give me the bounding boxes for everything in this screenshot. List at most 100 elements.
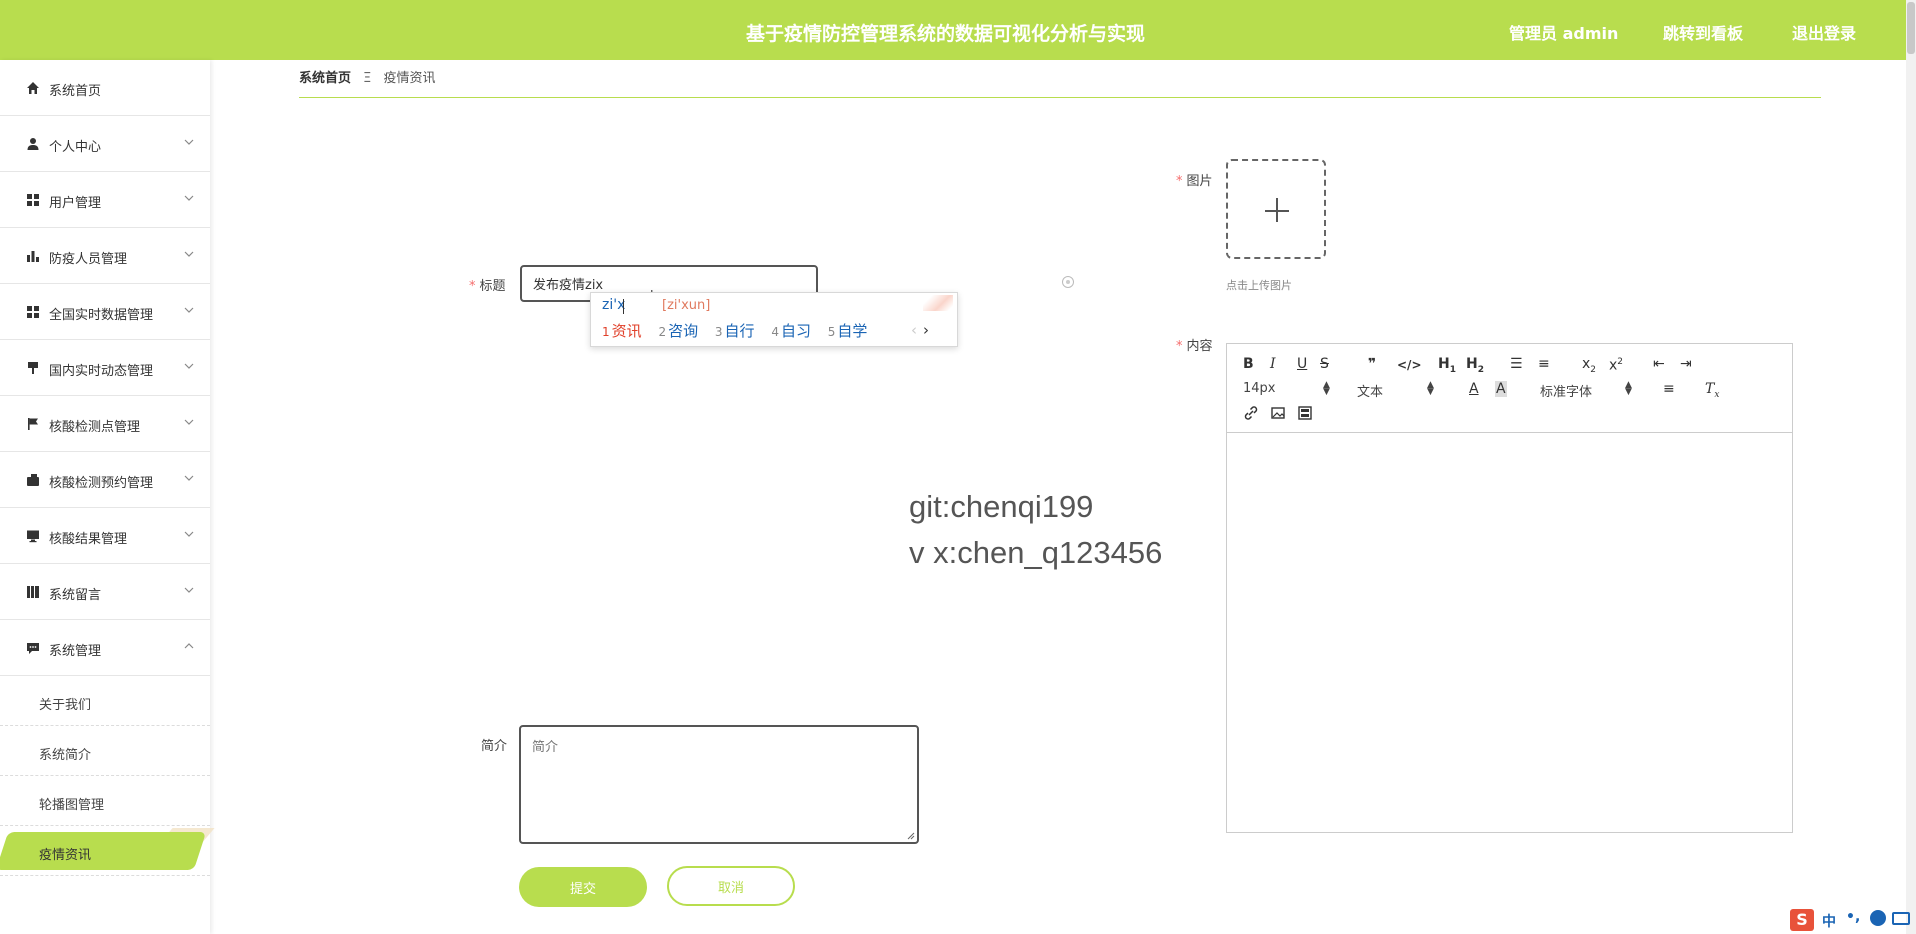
breadcrumb-current: 疫情资讯 (383, 71, 436, 86)
ime-candidate[interactable]: 3 自行 (715, 322, 755, 340)
active-highlight (0, 832, 207, 870)
sidebar-item-users[interactable]: 用户管理 (0, 172, 210, 228)
home-icon (27, 82, 39, 94)
resize-handle-icon[interactable] (907, 832, 915, 840)
bold-icon[interactable]: B (1243, 356, 1254, 372)
title-label: * 标题 (469, 279, 506, 294)
breadcrumb-home[interactable]: 系统首页 (299, 71, 351, 86)
subscript-icon[interactable]: x2 (1582, 356, 1596, 378)
bullet-list-icon[interactable]: ≡ (1538, 356, 1550, 372)
ime-skin-decoration (923, 295, 953, 311)
submit-button[interactable]: 提交 (519, 867, 647, 907)
align-icon[interactable]: ≡ (1663, 381, 1675, 397)
scrollbar-thumb[interactable] (1907, 2, 1915, 54)
sidebar-item-home[interactable]: 系统首页 (0, 60, 210, 116)
rich-text-editor: B I U S ❞ </> H1 H2 ☰ ≡ x2 x2 ⇤ ⇥ 14px ▲… (1226, 343, 1793, 833)
block-type-select[interactable]: 文本 ▲ ▼ (1357, 381, 1437, 401)
background-color-icon[interactable]: A (1495, 381, 1507, 397)
clear-format-icon[interactable]: Tx (1705, 381, 1719, 403)
sidebar-subitem-label: 关于我们 (39, 698, 92, 713)
sidebar-item-epidemic-staff[interactable]: 防疫人员管理 (0, 228, 210, 284)
code-block-icon[interactable]: </> (1397, 357, 1422, 373)
chevron-down-icon (184, 251, 194, 257)
ime-candidate[interactable]: 2 咨询 (658, 322, 698, 340)
ime-candidate-popup: zi'x [zi'xun] 1 资讯 2 咨询 3 自行 4 自习 5 自学 ‹ › (590, 292, 958, 347)
ime-candidate[interactable]: 4 自习 (771, 322, 811, 340)
admin-user-label[interactable]: 管理员 admin (1509, 20, 1618, 44)
chevron-down-icon (184, 587, 194, 593)
font-size-select[interactable]: 14px ▲ ▼ (1243, 381, 1333, 397)
monitor-icon (27, 530, 39, 543)
breadcrumb: 系统首页 Ξ 疫情资讯 (299, 67, 436, 86)
outdent-icon[interactable]: ⇤ (1653, 356, 1665, 372)
indent-icon[interactable]: ⇥ (1680, 356, 1692, 372)
chevron-down-icon (184, 307, 194, 313)
image-upload-button[interactable] (1226, 159, 1326, 259)
ime-prev-icon: ‹ (911, 321, 917, 339)
sidebar-item-test-results[interactable]: 核酸结果管理 (0, 508, 210, 564)
sidebar-item-label: 核酸检测预约管理 (49, 476, 154, 491)
link-icon[interactable] (1243, 405, 1259, 421)
heading1-icon[interactable]: H1 (1438, 356, 1456, 378)
punctuation-indicator[interactable]: •, (1846, 909, 1860, 925)
sidebar-item-system-management[interactable]: 系统管理 (0, 620, 210, 676)
contact-watermark: git:chenqi199 v x:chen_q123456 (909, 489, 1163, 570)
ime-page-arrows[interactable]: ‹ › (911, 321, 929, 339)
breadcrumb-divider (299, 97, 1821, 98)
blockquote-icon[interactable]: ❞ (1368, 356, 1376, 372)
image-icon[interactable] (1270, 405, 1286, 421)
sidebar-subitem-about-us[interactable]: 关于我们 (0, 676, 210, 726)
chevron-down-icon (184, 531, 194, 537)
intro-textarea[interactable] (521, 727, 917, 842)
sidebar-item-label: 系统管理 (49, 644, 102, 659)
italic-icon[interactable]: I (1270, 356, 1276, 372)
sidebar-subitem-epidemic-news[interactable]: 疫情资讯 (0, 826, 215, 876)
wallet-icon (27, 474, 39, 486)
grid-icon (27, 306, 39, 318)
user-icon (27, 138, 39, 150)
dashboard-link[interactable]: 跳转到看板 (1663, 20, 1743, 44)
chevron-down-icon (184, 195, 194, 201)
sidebar-subitem-carousel[interactable]: 轮播图管理 (0, 776, 210, 826)
video-icon[interactable] (1297, 405, 1313, 421)
logout-link[interactable]: 退出登录 (1792, 20, 1856, 44)
editor-toolbar: B I U S ❞ </> H1 H2 ☰ ≡ x2 x2 ⇤ ⇥ 14px ▲… (1227, 344, 1792, 433)
page-scrollbar[interactable] (1906, 0, 1916, 934)
sidebar-item-profile[interactable]: 个人中心 (0, 116, 210, 172)
sidebar-subitem-system-intro[interactable]: 系统简介 (0, 726, 210, 776)
top-header: 基于疫情防控管理系统的数据可视化分析与实现 管理员 admin 跳转到看板 退出… (0, 0, 1906, 60)
clear-icon[interactable] (1061, 275, 1075, 289)
sidebar-item-test-booking[interactable]: 核酸检测预约管理 (0, 452, 210, 508)
ime-pinyin: zi'x (602, 297, 626, 313)
pin-icon (28, 362, 38, 374)
sidebar-item-label: 防疫人员管理 (49, 252, 128, 267)
strikethrough-icon[interactable]: S (1320, 356, 1329, 372)
ime-status-bar: S 中 •, (1790, 908, 1916, 934)
input-mode-indicator[interactable]: 中 (1822, 911, 1836, 931)
upload-tip: 点击上传图片 (1226, 279, 1292, 292)
ime-candidate[interactable]: 5 自学 (828, 322, 868, 340)
cancel-button[interactable]: 取消 (667, 866, 795, 906)
chevron-down-icon (184, 363, 194, 369)
sidebar-item-label: 核酸检测点管理 (49, 420, 141, 435)
sidebar-subitem-label: 疫情资讯 (39, 848, 92, 863)
heading2-icon[interactable]: H2 (1466, 356, 1484, 378)
sidebar-item-label: 核酸结果管理 (49, 532, 128, 547)
sidebar-item-national-data[interactable]: 全国实时数据管理 (0, 284, 210, 340)
font-family-select[interactable]: 标准字体 ▲ ▼ (1540, 381, 1635, 401)
sidebar-item-messages[interactable]: 系统留言 (0, 564, 210, 620)
breadcrumb-separator: Ξ (363, 71, 372, 86)
emoji-icon[interactable] (1870, 910, 1886, 926)
sogou-logo-icon[interactable]: S (1790, 909, 1814, 931)
keyboard-icon[interactable] (1892, 912, 1910, 925)
ime-candidate[interactable]: 1 资讯 (602, 322, 642, 340)
superscript-icon[interactable]: x2 (1609, 354, 1623, 374)
image-label: * 图片 (1176, 174, 1213, 189)
underline-icon[interactable]: U (1297, 356, 1307, 372)
font-color-icon[interactable]: A (1469, 381, 1479, 397)
ordered-list-icon[interactable]: ☰ (1510, 356, 1523, 372)
sidebar-item-test-sites[interactable]: 核酸检测点管理 (0, 396, 210, 452)
ime-caret (623, 299, 624, 314)
editor-content-area[interactable] (1227, 434, 1792, 832)
sidebar-item-domestic-news[interactable]: 国内实时动态管理 (0, 340, 210, 396)
